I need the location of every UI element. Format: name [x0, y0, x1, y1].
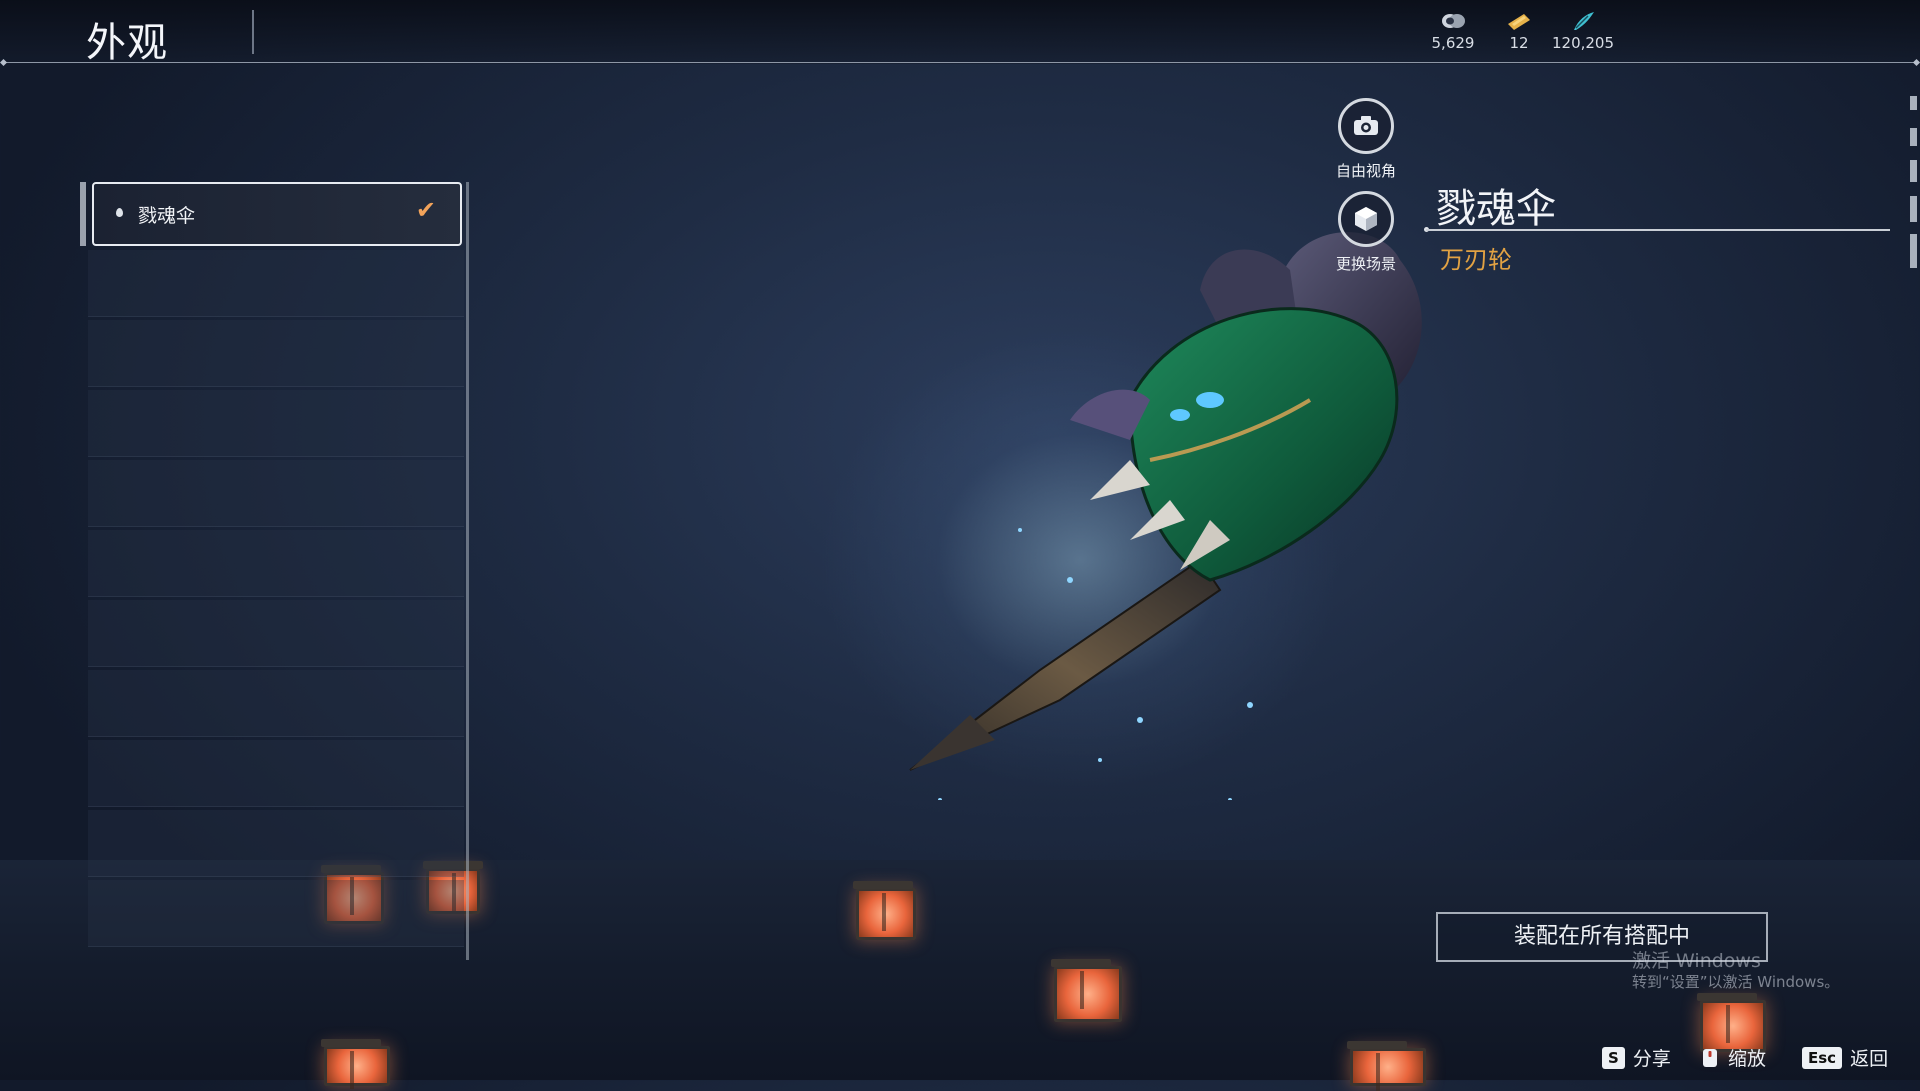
change-scene-button[interactable]: 更换场景 — [1311, 191, 1421, 274]
share-hint[interactable]: S 分享 — [1602, 1044, 1671, 1071]
back-hint[interactable]: Esc 返回 — [1802, 1044, 1888, 1071]
title-underline — [1426, 229, 1890, 231]
skin-list-panel: 戮魂伞 ✔ — [80, 182, 469, 960]
activation-watermark-title: 激活 Windows — [1632, 950, 1761, 972]
checkmark-icon: ✔ — [415, 196, 436, 224]
camera-icon — [1338, 98, 1394, 154]
weapon-type: 万刃轮 — [1440, 246, 1512, 274]
currency-coins-value: 5,629 — [1431, 34, 1475, 52]
list-scrollbar[interactable] — [466, 182, 469, 960]
lantern-decoration — [1347, 1041, 1426, 1091]
weapon-name: 戮魂伞 — [1436, 186, 1556, 232]
header-divider — [4, 62, 1916, 63]
feather-icon — [1574, 12, 1594, 30]
currency-tickets: 12 — [1494, 10, 1544, 52]
share-label: 分享 — [1632, 1048, 1671, 1070]
back-label: 返回 — [1850, 1048, 1889, 1070]
list-row-empty — [88, 670, 464, 737]
key-esc: Esc — [1802, 1046, 1843, 1069]
cube-icon — [1338, 191, 1394, 247]
free-view-label: 自由视角 — [1335, 162, 1396, 180]
list-row-empty — [88, 810, 464, 877]
list-item-label: 戮魂伞 — [138, 205, 196, 227]
lantern-decoration — [321, 1039, 390, 1089]
activation-watermark-text: 转到“设置”以激活 Windows。 — [1632, 973, 1840, 991]
right-scroll-indicator — [1910, 196, 1917, 222]
title-divider — [252, 10, 254, 54]
list-row-empty — [88, 740, 464, 807]
list-row-empty — [88, 600, 464, 667]
coin-stack-icon — [1442, 14, 1465, 28]
zoom-label: 缩放 — [1728, 1048, 1767, 1070]
currency-feathers: 120,205 — [1548, 10, 1618, 52]
list-row-empty — [88, 320, 464, 387]
lantern-decoration — [853, 881, 916, 940]
right-scroll-indicator — [1910, 96, 1917, 110]
change-scene-label: 更换场景 — [1335, 255, 1396, 273]
list-row-empty — [88, 530, 464, 597]
list-row-empty — [88, 250, 464, 317]
right-scroll-indicator — [1910, 128, 1917, 146]
zoom-hint[interactable]: 缩放 — [1700, 1044, 1766, 1071]
right-scroll-indicator — [1910, 234, 1917, 268]
list-row-empty — [88, 460, 464, 527]
weapon-model-image — [909, 232, 1422, 800]
right-scroll-indicator — [1910, 160, 1917, 182]
list-row-empty — [88, 880, 464, 947]
list-row-empty — [88, 390, 464, 457]
lantern-decoration — [1051, 959, 1122, 1022]
ticket-icon — [1508, 14, 1530, 30]
free-view-button[interactable]: 自由视角 — [1311, 98, 1421, 181]
currency-coins: 5,629 — [1428, 10, 1478, 52]
drop-icon — [116, 208, 123, 217]
key-s: S — [1602, 1046, 1625, 1069]
mouse-icon — [1703, 1048, 1717, 1067]
currency-feathers-value: 120,205 — [1551, 34, 1615, 52]
currency-tickets-value: 12 — [1509, 34, 1529, 52]
list-selection-marker — [80, 182, 86, 246]
list-item-selected[interactable]: 戮魂伞 ✔ — [92, 182, 462, 246]
page-title: 外观 — [86, 20, 168, 66]
top-bar — [0, 0, 1920, 64]
